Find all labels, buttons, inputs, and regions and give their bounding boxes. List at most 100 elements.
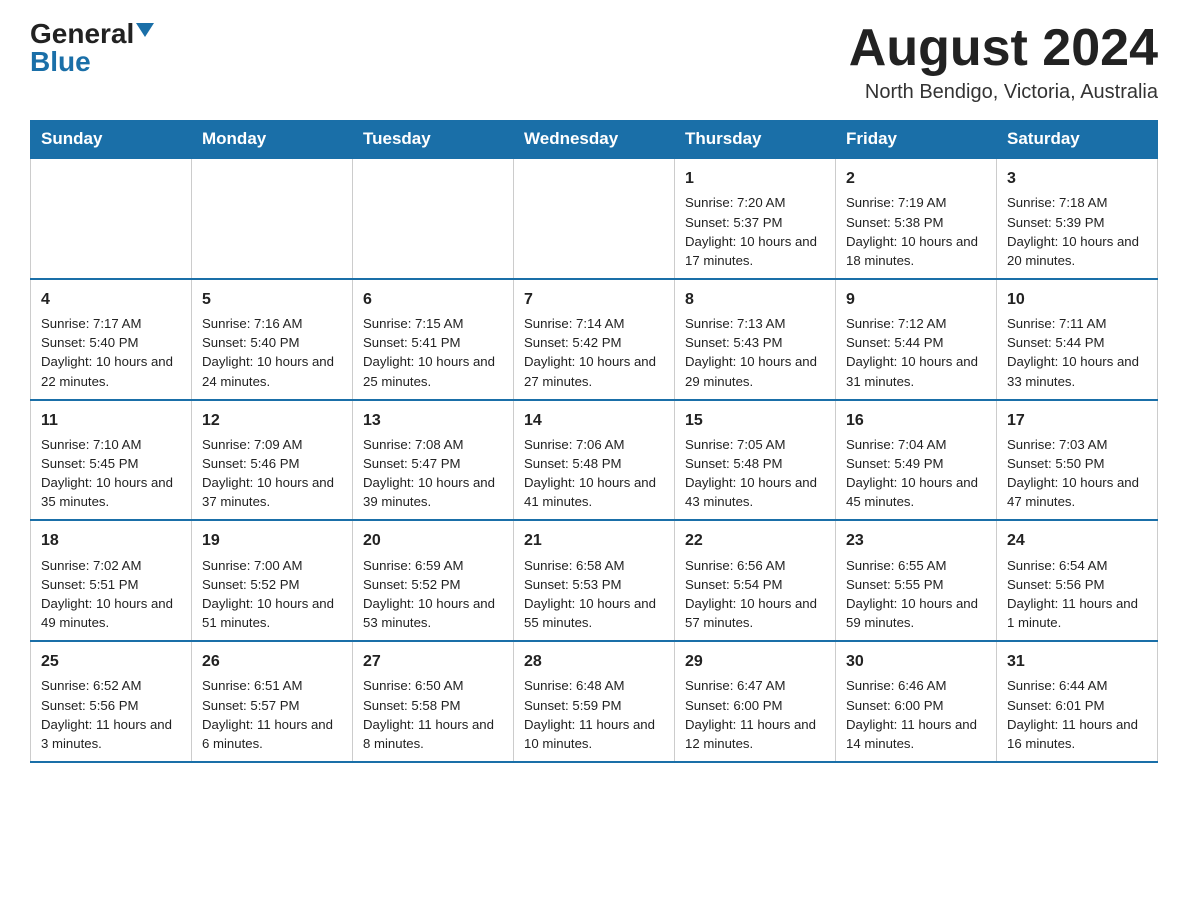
day-header-sunday: Sunday — [31, 121, 192, 159]
calendar-day-cell: 7 Sunrise: 7:14 AMSunset: 5:42 PMDaylight… — [514, 279, 675, 400]
day-info: Sunrise: 7:08 AMSunset: 5:47 PMDaylight:… — [363, 435, 503, 512]
calendar-day-cell: 30Sunrise: 6:46 AMSunset: 6:00 PMDayligh… — [836, 641, 997, 762]
calendar-day-cell: 9 Sunrise: 7:12 AMSunset: 5:44 PMDaylight… — [836, 279, 997, 400]
calendar-day-cell: 1 Sunrise: 7:20 AMSunset: 5:37 PMDaylight… — [675, 158, 836, 279]
day-info: Sunrise: 6:47 AMSunset: 6:00 PMDaylight:… — [685, 676, 825, 753]
calendar-day-cell: 17 Sunrise: 7:03 AMSunset: 5:50 PMDayligh… — [997, 400, 1158, 521]
day-number: 29 — [685, 650, 825, 673]
calendar-day-cell: 2Sunrise: 7:19 AMSunset: 5:38 PMDaylight… — [836, 158, 997, 279]
day-info: Sunrise: 7:02 AMSunset: 5:51 PMDaylight:… — [41, 556, 181, 633]
day-info: Sunrise: 7:13 AMSunset: 5:43 PMDaylight:… — [685, 314, 825, 391]
logo: General Blue — [30, 20, 154, 76]
day-number: 15 — [685, 409, 825, 432]
calendar-empty-cell — [192, 158, 353, 279]
day-number: 25 — [41, 650, 181, 673]
day-info: Sunrise: 7:10 AMSunset: 5:45 PMDaylight:… — [41, 435, 181, 512]
calendar-empty-cell — [353, 158, 514, 279]
day-number: 14 — [524, 409, 664, 432]
day-number: 1 — [685, 167, 825, 190]
day-number: 5 — [202, 288, 342, 311]
day-number: 11 — [41, 409, 181, 432]
calendar-day-cell: 24 Sunrise: 6:54 AMSunset: 5:56 PMDayligh… — [997, 520, 1158, 641]
calendar-day-cell: 21Sunrise: 6:58 AMSunset: 5:53 PMDayligh… — [514, 520, 675, 641]
day-number: 26 — [202, 650, 342, 673]
calendar-day-cell: 29 Sunrise: 6:47 AMSunset: 6:00 PMDayligh… — [675, 641, 836, 762]
day-info: Sunrise: 7:05 AMSunset: 5:48 PMDaylight:… — [685, 435, 825, 512]
calendar-empty-cell — [514, 158, 675, 279]
calendar-day-cell: 19 Sunrise: 7:00 AMSunset: 5:52 PMDayligh… — [192, 520, 353, 641]
month-title: August 2024 — [849, 20, 1158, 77]
day-info: Sunrise: 7:14 AMSunset: 5:42 PMDaylight:… — [524, 314, 664, 391]
day-info: Sunrise: 7:09 AMSunset: 5:46 PMDaylight:… — [202, 435, 342, 512]
day-info: Sunrise: 6:54 AMSunset: 5:56 PMDaylight:… — [1007, 556, 1147, 633]
day-info: Sunrise: 7:11 AMSunset: 5:44 PMDaylight:… — [1007, 314, 1147, 391]
calendar-day-cell: 28 Sunrise: 6:48 AMSunset: 5:59 PMDayligh… — [514, 641, 675, 762]
day-number: 28 — [524, 650, 664, 673]
day-header-friday: Friday — [836, 121, 997, 159]
title-block: August 2024 North Bendigo, Victoria, Aus… — [849, 20, 1158, 104]
location-text: North Bendigo, Victoria, Australia — [849, 81, 1158, 104]
day-info: Sunrise: 7:15 AMSunset: 5:41 PMDaylight:… — [363, 314, 503, 391]
calendar-day-cell: 22Sunrise: 6:56 AMSunset: 5:54 PMDayligh… — [675, 520, 836, 641]
day-header-thursday: Thursday — [675, 121, 836, 159]
day-info: Sunrise: 7:06 AMSunset: 5:48 PMDaylight:… — [524, 435, 664, 512]
day-header-saturday: Saturday — [997, 121, 1158, 159]
calendar-day-cell: 4Sunrise: 7:17 AMSunset: 5:40 PMDaylight… — [31, 279, 192, 400]
day-number: 8 — [685, 288, 825, 311]
day-header-tuesday: Tuesday — [353, 121, 514, 159]
calendar-week-row: 25 Sunrise: 6:52 AMSunset: 5:56 PMDayligh… — [31, 641, 1158, 762]
calendar-week-row: 1 Sunrise: 7:20 AMSunset: 5:37 PMDaylight… — [31, 158, 1158, 279]
day-number: 30 — [846, 650, 986, 673]
day-number: 24 — [1007, 529, 1147, 552]
day-number: 16 — [846, 409, 986, 432]
logo-blue-text: Blue — [30, 48, 91, 76]
day-number: 9 — [846, 288, 986, 311]
calendar-day-cell: 26 Sunrise: 6:51 AMSunset: 5:57 PMDayligh… — [192, 641, 353, 762]
day-number: 17 — [1007, 409, 1147, 432]
calendar-day-cell: 31 Sunrise: 6:44 AMSunset: 6:01 PMDayligh… — [997, 641, 1158, 762]
calendar-day-cell: 18 Sunrise: 7:02 AMSunset: 5:51 PMDayligh… — [31, 520, 192, 641]
day-info: Sunrise: 6:52 AMSunset: 5:56 PMDaylight:… — [41, 676, 181, 753]
day-number: 22 — [685, 529, 825, 552]
day-number: 19 — [202, 529, 342, 552]
day-number: 7 — [524, 288, 664, 311]
day-info: Sunrise: 6:44 AMSunset: 6:01 PMDaylight:… — [1007, 676, 1147, 753]
day-number: 31 — [1007, 650, 1147, 673]
calendar-day-cell: 6Sunrise: 7:15 AMSunset: 5:41 PMDaylight… — [353, 279, 514, 400]
day-info: Sunrise: 6:48 AMSunset: 5:59 PMDaylight:… — [524, 676, 664, 753]
calendar-day-cell: 14 Sunrise: 7:06 AMSunset: 5:48 PMDayligh… — [514, 400, 675, 521]
day-info: Sunrise: 7:12 AMSunset: 5:44 PMDaylight:… — [846, 314, 986, 391]
day-info: Sunrise: 7:03 AMSunset: 5:50 PMDaylight:… — [1007, 435, 1147, 512]
day-number: 3 — [1007, 167, 1147, 190]
calendar-day-cell: 10 Sunrise: 7:11 AMSunset: 5:44 PMDayligh… — [997, 279, 1158, 400]
calendar-day-cell: 16 Sunrise: 7:04 AMSunset: 5:49 PMDayligh… — [836, 400, 997, 521]
calendar-day-cell: 5 Sunrise: 7:16 AMSunset: 5:40 PMDaylight… — [192, 279, 353, 400]
logo-general-text: General — [30, 20, 134, 48]
day-number: 13 — [363, 409, 503, 432]
calendar-week-row: 18 Sunrise: 7:02 AMSunset: 5:51 PMDayligh… — [31, 520, 1158, 641]
calendar-empty-cell — [31, 158, 192, 279]
day-info: Sunrise: 6:50 AMSunset: 5:58 PMDaylight:… — [363, 676, 503, 753]
day-info: Sunrise: 7:16 AMSunset: 5:40 PMDaylight:… — [202, 314, 342, 391]
calendar-day-cell: 20Sunrise: 6:59 AMSunset: 5:52 PMDayligh… — [353, 520, 514, 641]
day-header-monday: Monday — [192, 121, 353, 159]
day-info: Sunrise: 7:04 AMSunset: 5:49 PMDaylight:… — [846, 435, 986, 512]
calendar-table: SundayMondayTuesdayWednesdayThursdayFrid… — [30, 120, 1158, 763]
calendar-day-cell: 15 Sunrise: 7:05 AMSunset: 5:48 PMDayligh… — [675, 400, 836, 521]
day-number: 18 — [41, 529, 181, 552]
day-number: 12 — [202, 409, 342, 432]
calendar-week-row: 4Sunrise: 7:17 AMSunset: 5:40 PMDaylight… — [31, 279, 1158, 400]
day-info: Sunrise: 7:00 AMSunset: 5:52 PMDaylight:… — [202, 556, 342, 633]
day-number: 4 — [41, 288, 181, 311]
calendar-day-cell: 25 Sunrise: 6:52 AMSunset: 5:56 PMDayligh… — [31, 641, 192, 762]
day-header-wednesday: Wednesday — [514, 121, 675, 159]
calendar-header-row: SundayMondayTuesdayWednesdayThursdayFrid… — [31, 121, 1158, 159]
day-info: Sunrise: 7:20 AMSunset: 5:37 PMDaylight:… — [685, 193, 825, 270]
day-info: Sunrise: 6:51 AMSunset: 5:57 PMDaylight:… — [202, 676, 342, 753]
day-info: Sunrise: 6:59 AMSunset: 5:52 PMDaylight:… — [363, 556, 503, 633]
calendar-day-cell: 13 Sunrise: 7:08 AMSunset: 5:47 PMDayligh… — [353, 400, 514, 521]
day-number: 21 — [524, 529, 664, 552]
day-number: 10 — [1007, 288, 1147, 311]
calendar-day-cell: 12 Sunrise: 7:09 AMSunset: 5:46 PMDayligh… — [192, 400, 353, 521]
day-number: 27 — [363, 650, 503, 673]
